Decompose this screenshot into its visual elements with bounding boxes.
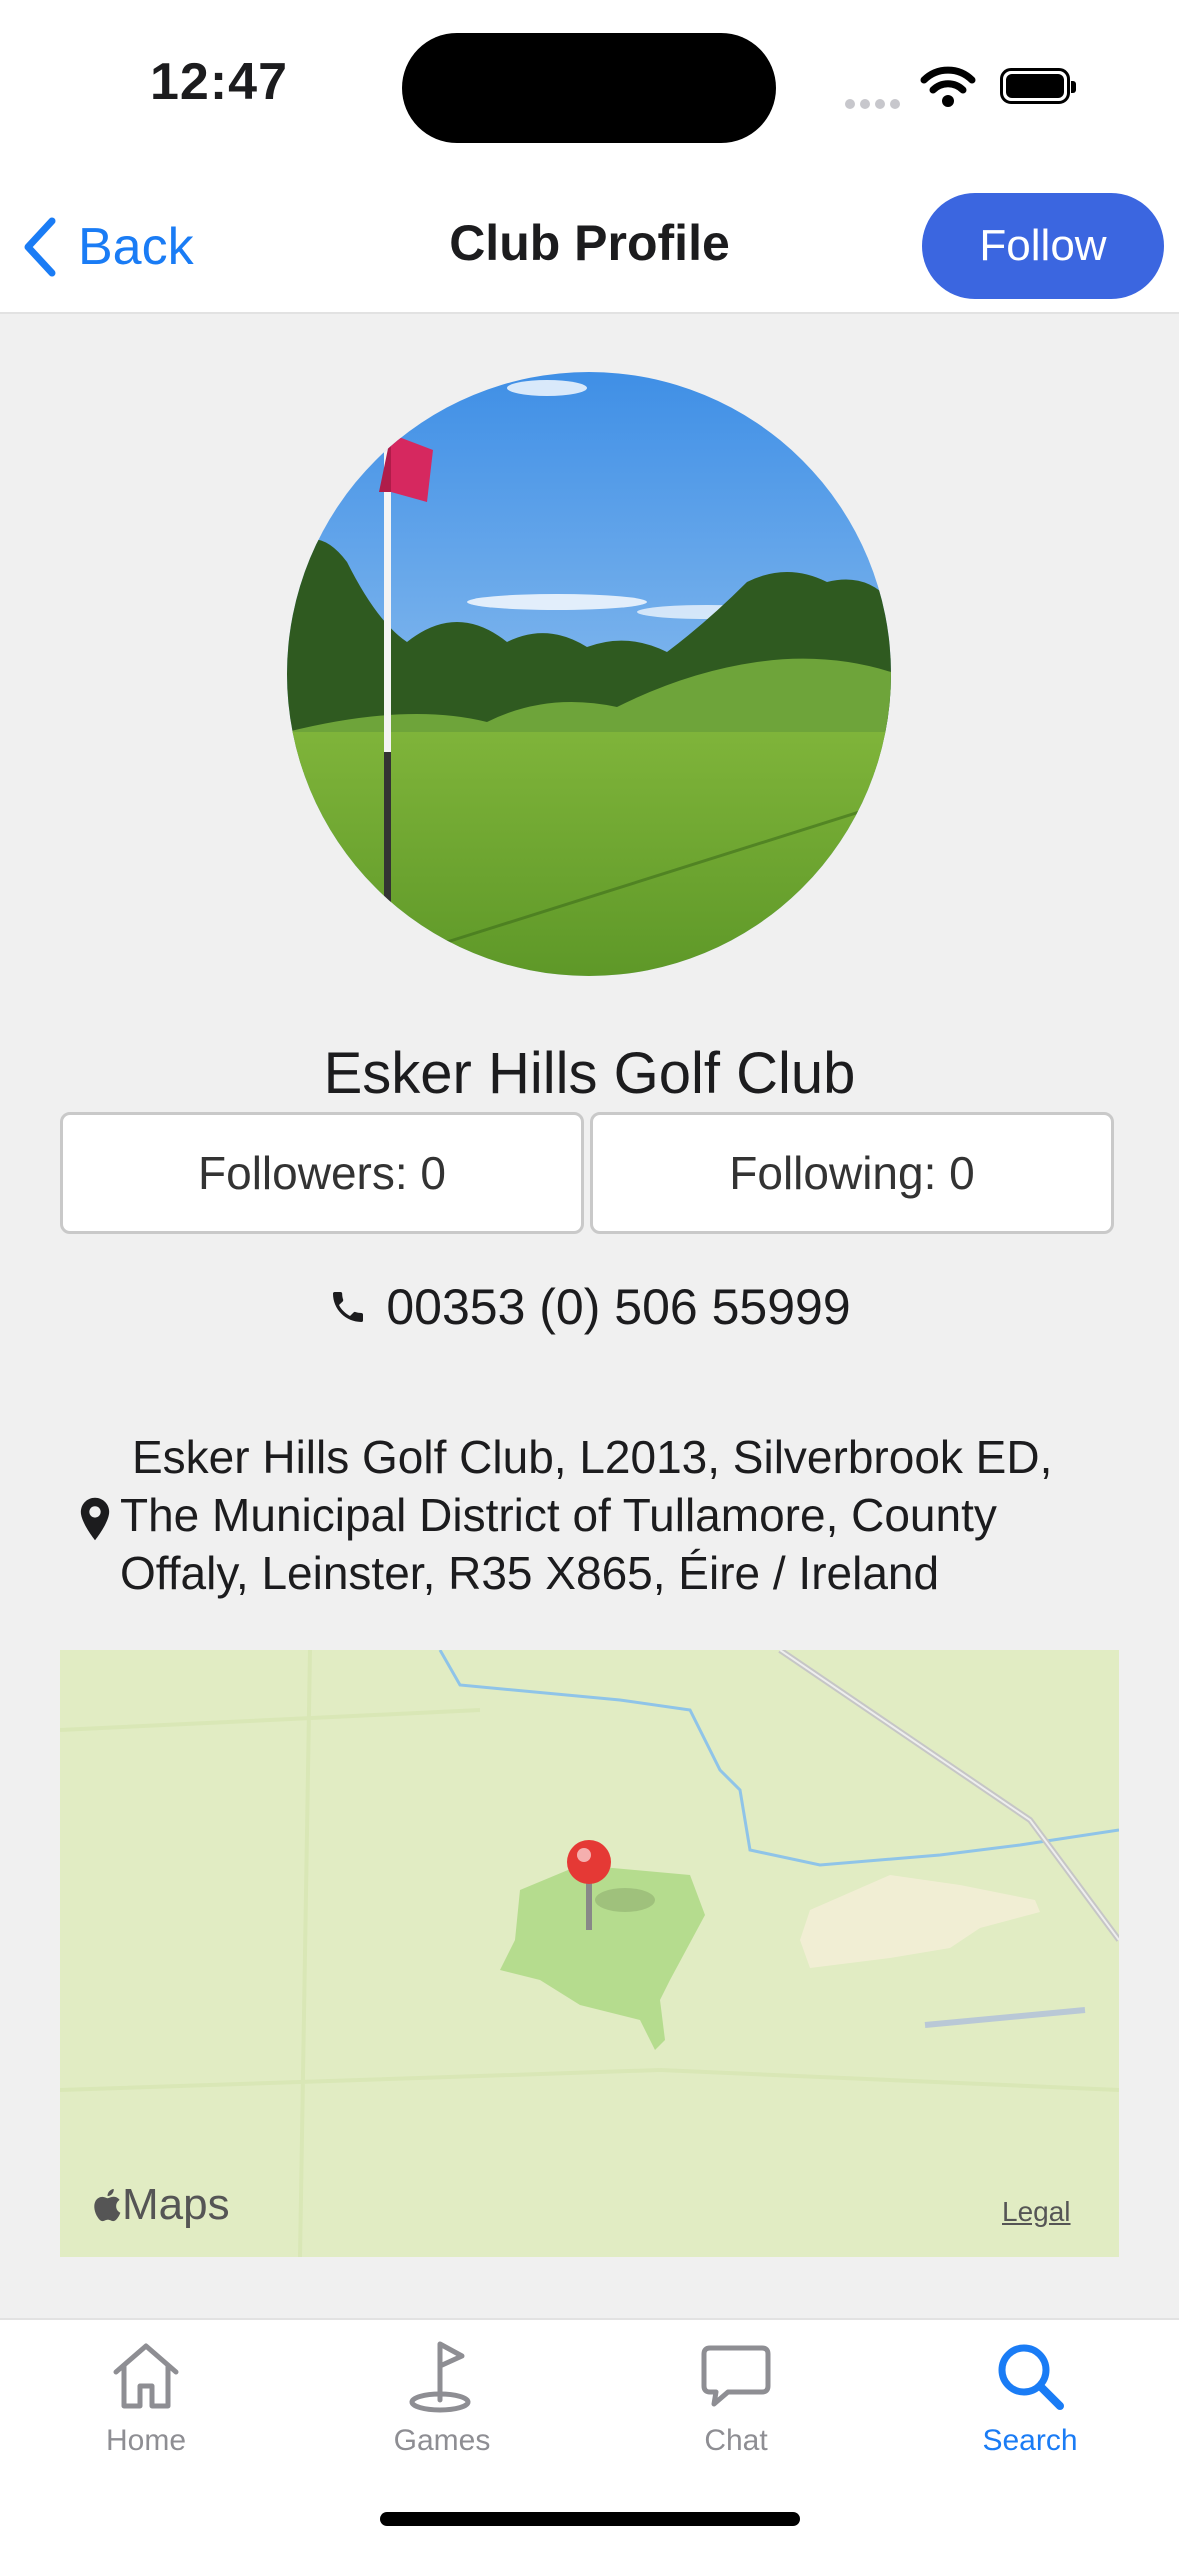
following-button[interactable]: Following: 0 xyxy=(590,1112,1114,1234)
tab-games-label: Games xyxy=(393,2424,491,2457)
top-bar: 12:47 Back Club Profile Follow xyxy=(0,0,1179,314)
dynamic-island xyxy=(402,33,776,143)
map-view[interactable]: Maps Legal xyxy=(60,1650,1119,2257)
tab-chat[interactable]: Chat xyxy=(636,2338,836,2458)
tab-games[interactable]: Games xyxy=(342,2338,542,2458)
chat-bubble-icon xyxy=(701,2345,771,2407)
location-pin-icon xyxy=(80,1497,110,1541)
battery-icon xyxy=(1000,68,1076,104)
home-icon xyxy=(113,2343,179,2409)
status-time: 12:47 xyxy=(150,53,288,111)
phone-row[interactable]: 00353 (0) 506 55999 xyxy=(0,1278,1179,1336)
golf-flag-icon xyxy=(409,2341,471,2413)
club-photo xyxy=(287,372,891,976)
legal-link[interactable]: Legal xyxy=(1002,2196,1071,2228)
phone-number: 00353 (0) 506 55999 xyxy=(386,1279,851,1335)
club-name: Esker Hills Golf Club xyxy=(323,1041,856,1106)
cellular-signal-icon xyxy=(845,96,905,114)
home-indicator xyxy=(380,2512,800,2526)
wifi-icon xyxy=(920,66,976,107)
tab-search[interactable]: Search xyxy=(930,2338,1130,2458)
tab-search-label: Search xyxy=(982,2424,1078,2457)
tab-home[interactable]: Home xyxy=(46,2338,246,2458)
apple-icon xyxy=(94,2189,121,2222)
tab-home-label: Home xyxy=(105,2424,187,2457)
search-icon xyxy=(998,2344,1064,2410)
club-address: Esker Hills Golf Club, L2013, Silverbroo… xyxy=(120,1431,1053,1599)
tab-chat-label: Chat xyxy=(704,2424,768,2457)
maps-label: Maps xyxy=(122,2180,230,2229)
phone-icon xyxy=(333,1292,364,1322)
follow-button[interactable]: Follow xyxy=(922,193,1164,299)
followers-button[interactable]: Followers: 0 xyxy=(60,1112,584,1234)
apple-maps-logo: Maps xyxy=(90,2180,230,2230)
